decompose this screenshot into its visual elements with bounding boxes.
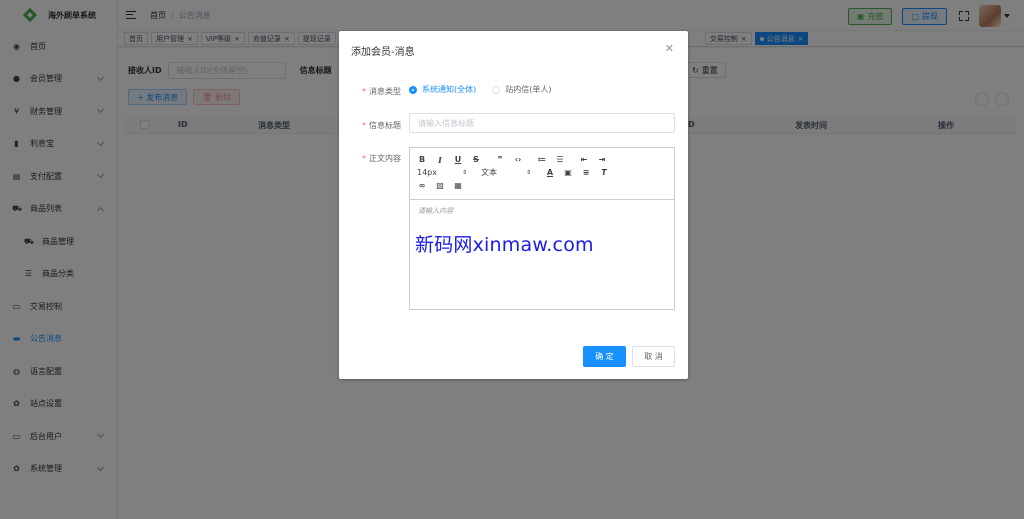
text-style-select[interactable]: 文本 ⇕ [481, 167, 531, 178]
add-message-dialog: 添加会员-消息 ✕ * 消息类型 系统通知(全体) 站内信(单人) * 信息标题 请… [339, 31, 688, 379]
radio-checked-icon [409, 85, 417, 94]
align-icon[interactable]: ≡ [581, 168, 591, 178]
bullet-list-icon[interactable]: ☰ [555, 155, 565, 165]
link-icon[interactable]: ∞ [417, 181, 427, 191]
title-input[interactable]: 请输入信息标题 [409, 113, 675, 133]
code-icon[interactable]: ‹› [513, 155, 523, 165]
radio-system-notice[interactable]: 系统通知(全体) [409, 84, 476, 95]
background-color-icon[interactable]: ▣ [563, 168, 573, 178]
quote-icon[interactable]: ❞ [495, 155, 505, 165]
type-radio-group: 系统通知(全体) 站内信(单人) [409, 84, 568, 95]
underline-icon[interactable]: U [453, 155, 463, 165]
radio-unchecked-icon [492, 85, 501, 94]
dialog-title: 添加会员-消息 [351, 47, 415, 58]
clear-format-icon[interactable]: T [599, 168, 609, 178]
font-size-select[interactable]: 14px ⇕ [417, 168, 467, 177]
radio-private-message[interactable]: 站内信(单人) [492, 84, 552, 95]
bold-icon[interactable]: B [417, 155, 427, 165]
editor-toolbar: B I U S ❞ ‹› ≔ ☰ ⇤ ⇥ 14px ⇕ 文本 ⇕ A ▣ ≡ T ∞ [410, 148, 674, 200]
outdent-icon[interactable]: ⇤ [579, 155, 589, 165]
cancel-button[interactable]: 取 消 [632, 346, 675, 367]
editor-content[interactable]: 请输入内容 新码网xinmaw.com [410, 200, 674, 310]
confirm-button[interactable]: 确 定 [583, 346, 626, 367]
ordered-list-icon[interactable]: ≔ [537, 155, 547, 165]
watermark-text: 新码网xinmaw.com [415, 234, 594, 256]
rich-text-editor: B I U S ❞ ‹› ≔ ☰ ⇤ ⇥ 14px ⇕ 文本 ⇕ A ▣ ≡ T ∞ [409, 147, 675, 310]
font-color-icon[interactable]: A [545, 168, 555, 178]
editor-placeholder: 请输入内容 [418, 207, 453, 215]
title-field-label: * 信息标题 [362, 121, 401, 130]
content-label: * 正文内容 [362, 154, 401, 163]
video-icon[interactable]: ▦ [453, 181, 463, 191]
strikethrough-icon[interactable]: S [471, 155, 481, 165]
updown-icon: ⇕ [461, 169, 467, 176]
italic-icon[interactable]: I [435, 155, 445, 165]
close-icon[interactable]: ✕ [665, 42, 674, 55]
type-label: * 消息类型 [362, 87, 401, 96]
indent-icon[interactable]: ⇥ [597, 155, 607, 165]
updown-icon: ⇕ [525, 169, 531, 176]
image-icon[interactable]: ▨ [435, 181, 445, 191]
